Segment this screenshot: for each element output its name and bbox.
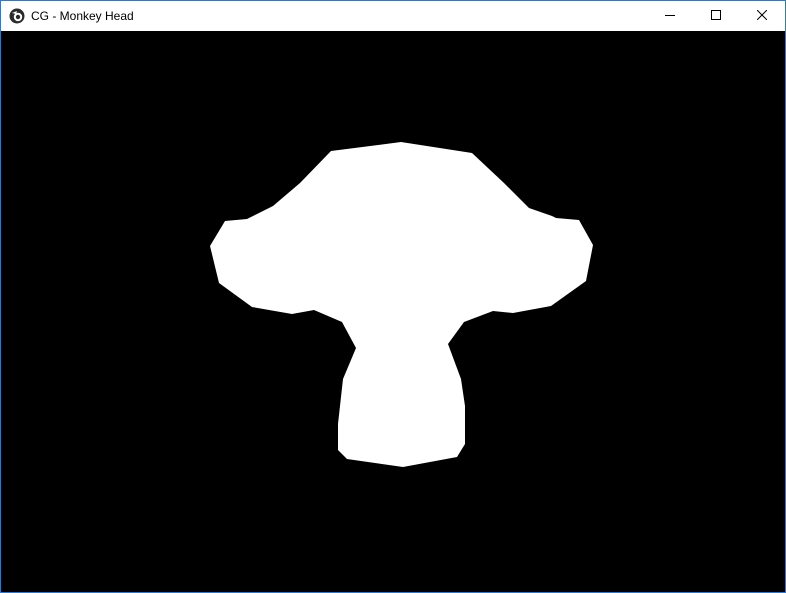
render-viewport[interactable] — [1, 31, 785, 592]
maximize-icon — [711, 7, 721, 25]
title-bar[interactable]: CG - Monkey Head — [1, 1, 785, 31]
minimize-button[interactable] — [647, 1, 693, 31]
app-window: CG - Monkey Head — [0, 0, 786, 593]
render-canvas — [1, 31, 785, 592]
close-icon — [756, 7, 768, 25]
close-button[interactable] — [739, 1, 785, 31]
blender-logo-icon[interactable] — [9, 8, 25, 24]
maximize-button[interactable] — [693, 1, 739, 31]
window-title: CG - Monkey Head — [31, 9, 134, 23]
minimize-icon — [665, 7, 675, 25]
